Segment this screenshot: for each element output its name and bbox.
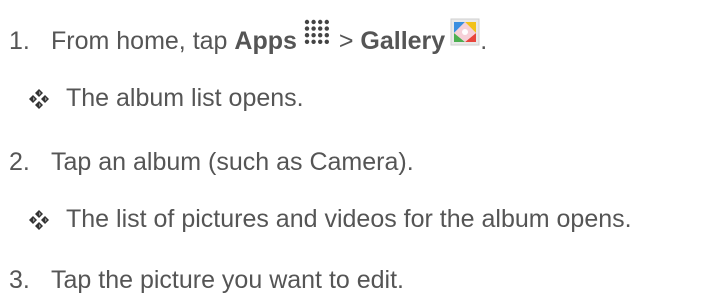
result-2: The list of pictures and videos for the …	[0, 204, 708, 236]
step-1: 1. From home, tap Apps > Gallery .	[0, 18, 708, 58]
step-number: 2.	[9, 148, 30, 176]
apps-label: Apps	[234, 27, 297, 55]
step-text: Tap the picture you want to edit.	[51, 266, 404, 294]
result-text: The album list opens.	[66, 84, 304, 112]
diamond-bullet-icon	[28, 87, 50, 109]
step-3: 3. Tap the picture you want to edit.	[0, 265, 708, 297]
step-text-before: From home, tap	[51, 27, 235, 55]
step-text: From home, tap Apps > Gallery .	[51, 18, 488, 56]
separator: >	[331, 27, 361, 55]
result-text: The list of pictures and videos for the …	[66, 205, 632, 233]
step-2: 2. Tap an album (such as Camera).	[0, 147, 708, 179]
step-text: Tap an album (such as Camera).	[51, 148, 414, 176]
step-number: 3.	[9, 266, 30, 294]
step-text-after: .	[480, 27, 488, 55]
step-number: 1.	[9, 27, 30, 55]
gallery-label: Gallery	[360, 27, 446, 55]
apps-grid-icon	[304, 19, 330, 52]
result-1: The album list opens.	[0, 83, 708, 115]
gallery-icon	[450, 18, 480, 53]
diamond-bullet-icon	[28, 208, 50, 230]
